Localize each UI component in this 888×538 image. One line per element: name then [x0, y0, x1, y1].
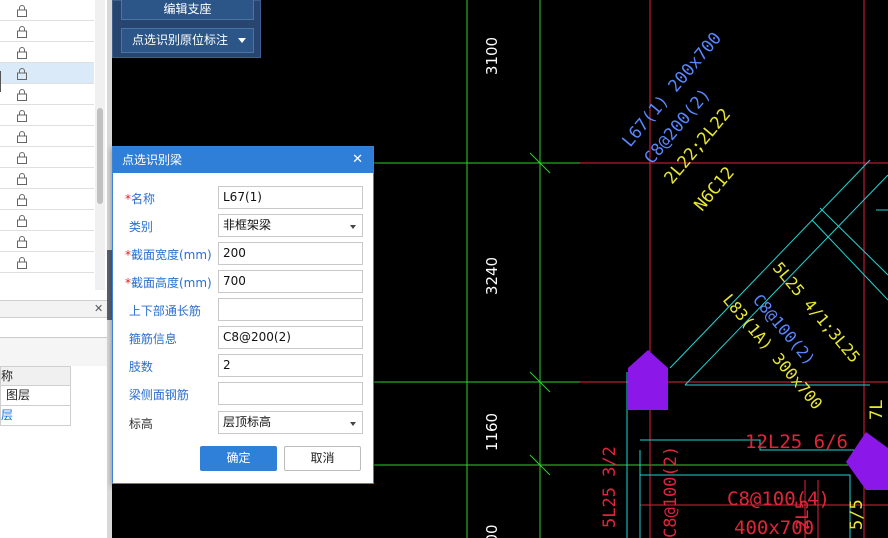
pick-identify-beam-dialog: 点选识别梁 ✕ *名称 L67(1) 类别 非框架梁 *截面宽度(mm) 200… [112, 146, 374, 484]
dialog-title: 点选识别梁 [122, 153, 183, 167]
lock-icon[interactable] [16, 151, 28, 164]
select-value: 层顶标高 [223, 415, 272, 429]
panel-split-bar[interactable] [0, 300, 107, 318]
list-item[interactable] [0, 0, 94, 21]
row-selection-edge [0, 71, 3, 92]
list-item[interactable] [0, 252, 94, 273]
list-item[interactable] [0, 126, 94, 147]
list-item[interactable] [0, 147, 94, 168]
list-item[interactable] [0, 105, 94, 126]
through-bars-input[interactable] [218, 298, 363, 321]
elevation-select[interactable]: 层顶标高 [218, 411, 363, 434]
panel-header-strip [0, 318, 107, 338]
lock-icon[interactable] [16, 46, 28, 59]
app-root: 3100 3240 1160 00 L67(1) 200x700 C8@200(… [0, 0, 888, 538]
field-label: *截面宽度(mm) [125, 248, 212, 262]
close-icon[interactable]: ✕ [352, 147, 363, 173]
lock-icon[interactable] [16, 235, 28, 248]
scrollbar-thumb[interactable] [97, 108, 103, 204]
chevron-down-icon [238, 38, 246, 43]
chevron-down-icon [350, 225, 356, 229]
lock-icon[interactable] [16, 88, 28, 101]
category-select[interactable]: 非框架梁 [218, 214, 363, 237]
panel-toolbar-strip [0, 338, 107, 366]
table-header: 称 [0, 366, 71, 386]
field-label: 上下部通长筋 [128, 304, 201, 318]
list-item[interactable] [0, 42, 94, 63]
list-item[interactable] [0, 189, 94, 210]
lock-icon[interactable] [16, 130, 28, 143]
table-row[interactable]: 层 [0, 406, 71, 426]
field-name: *名称 L67(1) [113, 186, 375, 210]
rebar-label-red-3: 2L5 [793, 499, 813, 530]
list-item[interactable] [0, 210, 94, 231]
left-layer-panel: ✕ 称 图层 层 [0, 0, 107, 538]
name-input[interactable]: L67(1) [218, 186, 363, 209]
field-stirrup: 箍筋信息 C8@200(2) [113, 326, 375, 350]
pick-identify-dropdown[interactable]: 点选识别原位标注 [121, 28, 254, 53]
dim-text-bot: 1160 [483, 413, 501, 451]
identify-toolbar: 编辑支座 点选识别原位标注 [112, 0, 261, 58]
ok-button[interactable]: 确定 [200, 446, 277, 471]
field-elevation: 标高 层顶标高 [113, 411, 375, 435]
list-item[interactable] [0, 21, 94, 42]
list-item[interactable] [0, 63, 94, 84]
table-cell: 图层 [6, 388, 31, 402]
layer-table: 称 图层 层 [0, 366, 71, 426]
lock-icon[interactable] [16, 172, 28, 185]
field-label: *截面高度(mm) [125, 276, 212, 290]
field-label: 箍筋信息 [128, 332, 177, 346]
field-label: 梁侧面钢筋 [128, 388, 189, 402]
list-item[interactable] [0, 231, 94, 252]
rebar-label-yellow-5: 7L [867, 400, 887, 420]
edit-support-button[interactable]: 编辑支座 [121, 0, 254, 20]
dim-text-mid: 3240 [483, 257, 501, 295]
field-category: 类别 非框架梁 [113, 214, 375, 238]
lock-icon[interactable] [16, 193, 28, 206]
field-label: 标高 [128, 417, 153, 431]
section-width-input[interactable]: 200 [218, 242, 363, 265]
rebar-label-yellow-4: 5/5 [847, 499, 867, 530]
list-item[interactable] [0, 168, 94, 189]
field-label: *名称 [125, 192, 156, 206]
cancel-button[interactable]: 取消 [284, 446, 361, 471]
close-icon[interactable]: ✕ [94, 302, 103, 315]
lock-list [0, 0, 94, 273]
pick-identify-label: 点选识别原位标注 [132, 33, 229, 47]
field-section-width: *截面宽度(mm) 200 [113, 242, 375, 266]
legs-input[interactable]: 2 [218, 354, 363, 377]
stirrup-input[interactable]: C8@200(2) [218, 326, 363, 349]
field-through-bars: 上下部通长筋 [113, 298, 375, 322]
section-height-input[interactable]: 700 [218, 270, 363, 293]
rebar-label-red-2: 5L25 3/2 [600, 446, 620, 528]
field-section-height: *截面高度(mm) 700 [113, 270, 375, 294]
lock-icon[interactable] [16, 256, 28, 269]
dialog-title-bar[interactable]: 点选识别梁 ✕ [113, 147, 373, 173]
field-label: 类别 [128, 220, 153, 234]
table-row[interactable]: 图层 [0, 386, 71, 406]
lock-icon[interactable] [16, 4, 28, 17]
left-scrollbar[interactable] [95, 0, 105, 290]
lock-icon[interactable] [16, 25, 28, 38]
chevron-down-icon [350, 422, 356, 426]
side-bars-input[interactable] [218, 382, 363, 405]
field-legs: 肢数 2 [113, 354, 375, 378]
stirrup-label-red-2: C8@100(2) [661, 446, 681, 538]
field-side-bars: 梁侧面钢筋 [113, 382, 375, 406]
dim-text-top: 3100 [483, 37, 501, 75]
dim-text-cut: 00 [483, 524, 501, 538]
rebar-label-red-1: 12L25 6/6 [745, 431, 848, 453]
field-label: 肢数 [128, 360, 153, 374]
table-cell: 层 [1, 408, 14, 422]
stirrup-label-red: C8@100(4) [727, 488, 830, 510]
lock-icon[interactable] [16, 109, 28, 122]
lock-icon[interactable] [16, 214, 28, 227]
lock-icon[interactable] [16, 67, 28, 80]
list-item[interactable] [0, 84, 94, 105]
select-value: 非框架梁 [223, 218, 272, 232]
